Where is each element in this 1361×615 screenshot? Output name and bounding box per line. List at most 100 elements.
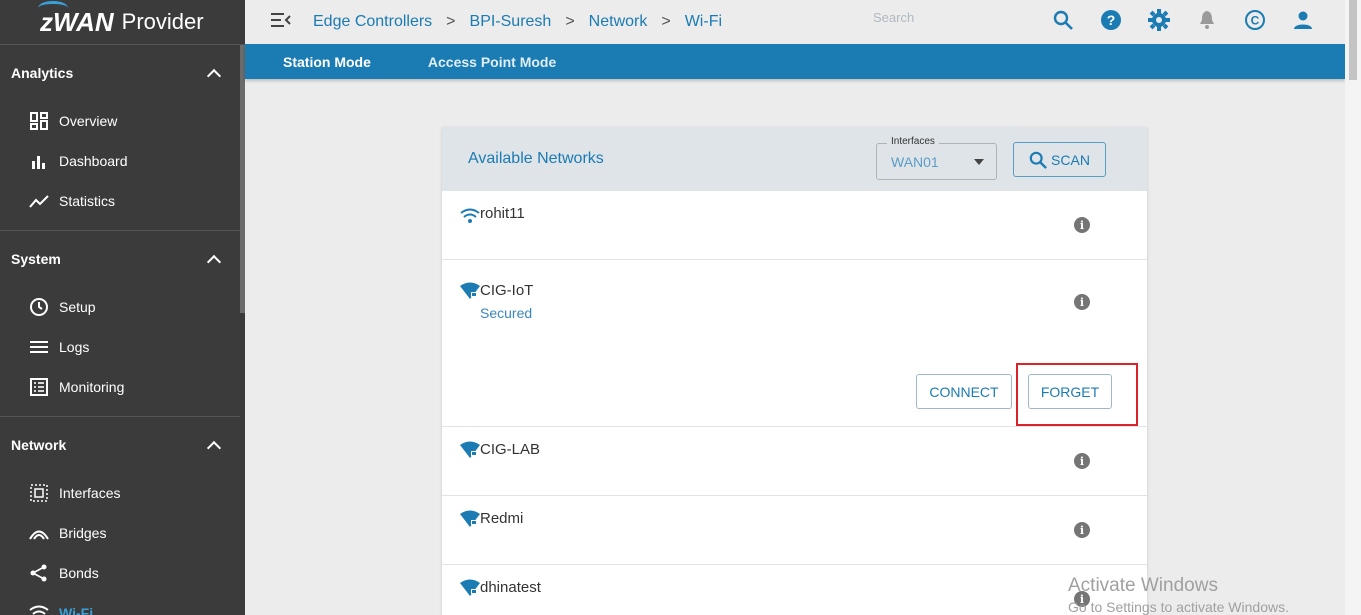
interfaces-value: WAN01 <box>891 154 939 170</box>
chevron-up-icon <box>206 440 222 456</box>
interfaces-label: Interfaces <box>887 136 939 147</box>
sidebar-item-label: Bridges <box>59 525 107 541</box>
network-name: Redmi <box>480 510 524 527</box>
interfaces-select[interactable]: Interfaces WAN01 <box>876 136 997 180</box>
activation-watermark-title: Activate Windows <box>1068 575 1218 596</box>
breadcrumb-separator: > <box>661 13 671 30</box>
search-icon <box>1029 151 1047 169</box>
info-icon[interactable]: i <box>1074 522 1090 538</box>
sidebar: zWAN Provider Analytics Overview Dashboa… <box>0 0 245 615</box>
dropdown-arrow-icon <box>974 159 984 165</box>
search-input[interactable]: Search <box>873 10 914 25</box>
sidebar-item-interfaces[interactable]: Interfaces <box>0 473 245 513</box>
network-item[interactable]: rohit11 i <box>442 191 1147 260</box>
sidebar-item-label: Overview <box>59 113 118 129</box>
interfaces-icon <box>28 482 50 504</box>
network-item[interactable]: Redmi i <box>442 496 1147 565</box>
highlight-box <box>1016 363 1138 426</box>
overview-icon <box>28 110 50 132</box>
bridge-icon <box>28 522 50 544</box>
list-icon <box>28 336 50 358</box>
logo-product: Provider <box>121 9 204 34</box>
sidebar-item-bridges[interactable]: Bridges <box>0 513 245 553</box>
sidebar-item-label: Bonds <box>59 565 99 581</box>
breadcrumb-device[interactable]: BPI-Suresh <box>470 13 552 31</box>
page-scrollbar[interactable] <box>1345 0 1361 615</box>
svg-text:C: C <box>1251 14 1260 28</box>
sidebar-item-label: Dashboard <box>59 153 128 169</box>
section-title: System <box>11 251 61 267</box>
breadcrumb-wifi[interactable]: Wi-Fi <box>685 13 722 31</box>
sidebar-item-monitoring[interactable]: Monitoring <box>0 367 245 407</box>
sidebar-item-setup[interactable]: Setup <box>0 287 245 327</box>
network-name: CIG-LAB <box>480 441 541 458</box>
wifi-icon <box>28 602 50 615</box>
sidebar-item-wifi[interactable]: Wi-Fi <box>0 593 245 615</box>
section-system[interactable]: System <box>0 231 245 287</box>
sidebar-item-label: Logs <box>59 339 90 355</box>
sidebar-item-bonds[interactable]: Bonds <box>0 553 245 593</box>
wifi-icon <box>460 208 480 223</box>
section-network[interactable]: Network <box>0 417 245 473</box>
wifi-lock-icon <box>460 441 480 458</box>
gear-icon[interactable] <box>1147 8 1171 32</box>
sidebar-item-label: Statistics <box>59 193 116 209</box>
info-icon[interactable]: i <box>1074 217 1090 233</box>
copyright-icon[interactable]: C <box>1243 8 1267 32</box>
wifi-lock-icon <box>460 282 480 299</box>
sidebar-item-dashboard[interactable]: Dashboard <box>0 141 245 181</box>
breadcrumb: Edge Controllers > BPI-Suresh > Network … <box>313 13 722 31</box>
section-analytics[interactable]: Analytics <box>0 45 245 101</box>
breadcrumb-separator: > <box>565 13 575 30</box>
wifi-lock-icon <box>460 579 480 596</box>
svg-text:?: ? <box>1107 12 1116 28</box>
scan-label: SCAN <box>1051 151 1090 168</box>
sidebar-item-label: Monitoring <box>59 379 125 395</box>
logo: zWAN Provider <box>0 0 245 45</box>
chevron-up-icon <box>206 68 222 84</box>
card-title: Available Networks <box>468 150 604 167</box>
help-icon[interactable]: ? <box>1099 8 1123 32</box>
scan-button[interactable]: SCAN <box>1013 142 1106 177</box>
search-icon[interactable] <box>1051 8 1075 32</box>
bar-chart-icon <box>28 150 50 172</box>
breadcrumb-edge-controllers[interactable]: Edge Controllers <box>313 13 432 31</box>
available-networks-card: Available Networks Interfaces WAN01 SCAN… <box>442 127 1147 615</box>
share-icon <box>28 562 50 584</box>
trend-line-icon <box>28 190 50 212</box>
breadcrumb-separator: > <box>446 13 456 30</box>
section-title: Analytics <box>11 65 74 81</box>
sidebar-item-statistics[interactable]: Statistics <box>0 181 245 221</box>
section-title: Network <box>11 437 67 453</box>
info-icon[interactable]: i <box>1074 453 1090 469</box>
sidebar-item-label: Wi-Fi <box>59 605 94 615</box>
sidebar-item-logs[interactable]: Logs <box>0 327 245 367</box>
info-icon[interactable]: i <box>1074 294 1090 310</box>
sidebar-item-label: Setup <box>59 299 96 315</box>
network-item[interactable]: CIG-LAB i <box>442 427 1147 496</box>
top-bar: Edge Controllers > BPI-Suresh > Network … <box>245 0 1345 44</box>
activation-watermark-subtitle: Go to Settings to activate Windows. <box>1068 599 1289 615</box>
connect-button[interactable]: CONNECT <box>916 374 1012 409</box>
network-name: CIG-IoT <box>480 282 534 299</box>
network-item[interactable]: dhinatest i <box>442 565 1147 615</box>
sidebar-scrollbar[interactable] <box>240 45 245 313</box>
breadcrumb-network[interactable]: Network <box>589 13 648 31</box>
wifi-lock-icon <box>460 510 480 527</box>
sidebar-item-overview[interactable]: Overview <box>0 101 245 141</box>
card-header: Available Networks Interfaces WAN01 SCAN <box>442 127 1147 191</box>
bell-icon[interactable] <box>1195 8 1219 32</box>
chevron-up-icon <box>206 254 222 270</box>
sidebar-item-label: Interfaces <box>59 485 121 501</box>
top-icons: ? C <box>1051 8 1315 32</box>
network-item[interactable]: CIG-IoT Secured i CONNECT FORGET <box>442 260 1147 427</box>
mode-tabs: Station Mode Access Point Mode <box>245 44 1345 79</box>
network-name: dhinatest <box>480 579 541 596</box>
tab-access-point-mode[interactable]: Access Point Mode <box>428 54 556 70</box>
tab-station-mode[interactable]: Station Mode <box>283 54 371 70</box>
network-status: Secured <box>480 305 533 321</box>
monitoring-icon <box>28 376 50 398</box>
user-icon[interactable] <box>1291 8 1315 32</box>
menu-collapse-icon[interactable] <box>271 12 291 32</box>
network-name: rohit11 <box>480 205 525 222</box>
